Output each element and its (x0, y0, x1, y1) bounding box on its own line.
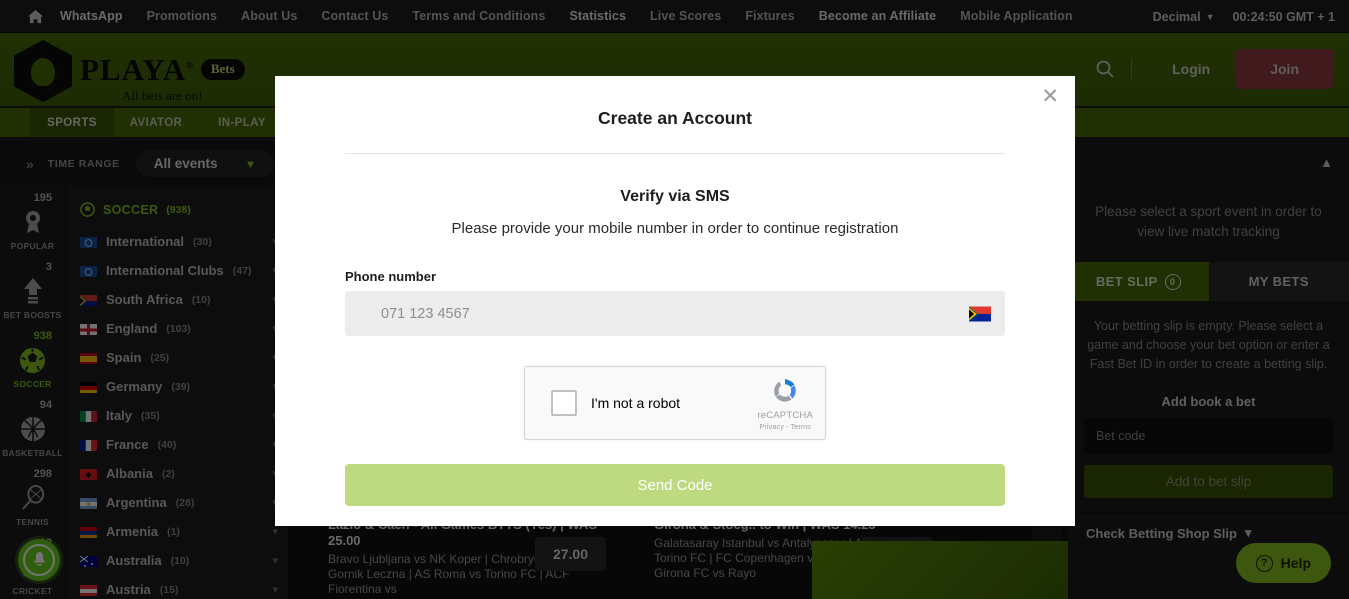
app-root: WhatsApp Promotions About Us Contact Us … (0, 0, 1349, 599)
phone-input[interactable]: 071 123 4567 (345, 291, 1005, 336)
modal-title: Create an Account (598, 108, 752, 128)
create-account-modal: ✕ Create an Account Verify via SMS Pleas… (275, 76, 1075, 526)
recaptcha-wrapper: I'm not a robot reCAPTCHA Privacy - Term… (275, 336, 1075, 440)
verify-subtitle: Please provide your mobile number in ord… (451, 220, 899, 237)
recaptcha-links[interactable]: Privacy - Terms (757, 422, 813, 431)
recaptcha-logo-icon (769, 376, 801, 408)
recaptcha-widget[interactable]: I'm not a robot reCAPTCHA Privacy - Term… (524, 366, 826, 440)
recaptcha-checkbox[interactable] (551, 390, 577, 416)
phone-field-block: Phone number 071 123 4567 (275, 237, 1075, 336)
recaptcha-brand: reCAPTCHA Privacy - Terms (757, 376, 813, 431)
verify-title: Verify via SMS (620, 188, 730, 205)
send-code-button[interactable]: Send Code (345, 464, 1005, 506)
phone-placeholder: 071 123 4567 (381, 305, 470, 322)
recaptcha-label: I'm not a robot (591, 395, 681, 411)
modal-footer: Already have an account? Log In (275, 506, 1075, 526)
za-flag-icon (969, 306, 991, 321)
recaptcha-brand-name: reCAPTCHA (757, 409, 813, 421)
phone-label: Phone number (345, 269, 437, 284)
close-icon[interactable]: ✕ (1041, 86, 1059, 107)
